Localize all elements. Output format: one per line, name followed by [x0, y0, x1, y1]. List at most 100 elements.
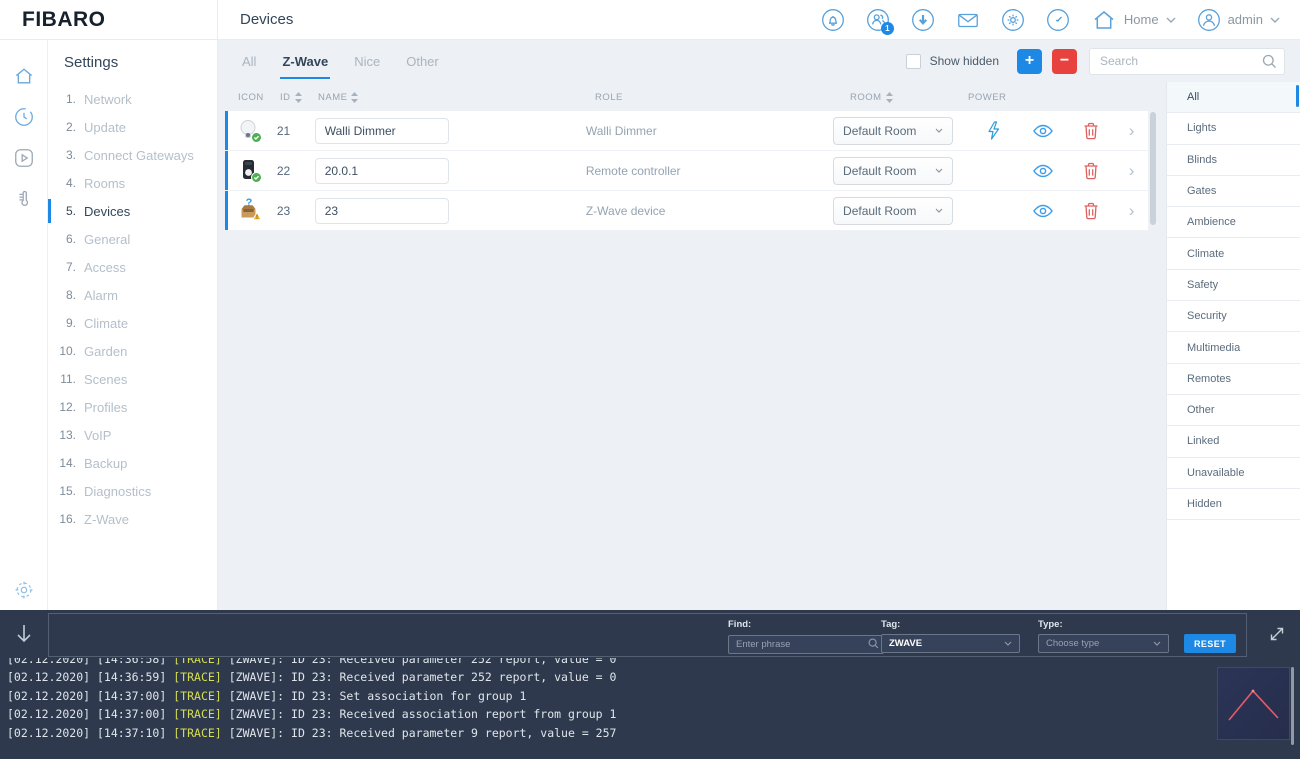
sidebar-item-voip[interactable]: 13.VoIP	[48, 421, 217, 449]
delete-button[interactable]	[1067, 202, 1115, 220]
category-linked[interactable]: Linked	[1167, 426, 1300, 457]
sidebar-item-profiles[interactable]: 12.Profiles	[48, 393, 217, 421]
category-hidden[interactable]: Hidden	[1167, 489, 1300, 520]
sidebar-item-devices[interactable]: 5.Devices	[48, 197, 217, 225]
col-name[interactable]: NAME	[318, 92, 358, 103]
col-id[interactable]: ID	[280, 92, 302, 103]
search-box	[1089, 48, 1285, 75]
sidebar-item-diagnostics[interactable]: 15.Diagnostics	[48, 477, 217, 505]
category-climate[interactable]: Climate	[1167, 238, 1300, 269]
sidebar-item-general[interactable]: 6.General	[48, 225, 217, 253]
device-name-input[interactable]	[315, 118, 449, 144]
users-icon[interactable]: 1	[866, 8, 890, 32]
add-device-button[interactable]: +	[1017, 49, 1042, 74]
chevron-down-icon	[935, 128, 943, 133]
category-gates[interactable]: Gates	[1167, 176, 1300, 207]
col-role: ROLE	[595, 92, 623, 103]
row-expand-chevron[interactable]: ›	[1115, 121, 1148, 141]
visibility-button[interactable]	[1019, 164, 1067, 178]
alarm-icon[interactable]	[821, 8, 845, 32]
remove-device-button[interactable]: −	[1052, 49, 1077, 74]
chevron-down-icon	[1153, 641, 1161, 646]
sidebar-item-access[interactable]: 7.Access	[48, 253, 217, 281]
rail-media-icon[interactable]	[12, 146, 36, 170]
category-blinds[interactable]: Blinds	[1167, 145, 1300, 176]
user-menu[interactable]: admin	[1197, 8, 1280, 32]
category-security[interactable]: Security	[1167, 301, 1300, 332]
main-zone: All Z-Wave Nice Other Show hidden + −	[218, 40, 1300, 610]
row-expand-chevron[interactable]: ›	[1115, 201, 1148, 221]
tab-nice[interactable]: Nice	[354, 40, 380, 82]
col-room[interactable]: ROOM	[850, 92, 893, 103]
category-all[interactable]: All	[1167, 82, 1300, 113]
trash-icon	[1083, 162, 1099, 180]
device-name-input[interactable]	[315, 198, 449, 224]
table-header: ICON ID NAME ROLE ROOM POWER	[225, 85, 1148, 111]
visibility-button[interactable]	[1019, 124, 1067, 138]
clock-icon[interactable]	[1046, 8, 1070, 32]
log-line: [02.12.2020] [14:37:10][TRACE][ZWAVE]: I…	[7, 724, 1300, 742]
delete-button[interactable]	[1067, 162, 1115, 180]
room-select[interactable]: Default Room	[833, 197, 953, 225]
sidebar-item-update[interactable]: 2.Update	[48, 113, 217, 141]
category-scrollbar[interactable]	[1296, 85, 1299, 107]
rail-settings-icon[interactable]	[12, 578, 36, 602]
tag-select[interactable]: ZWAVE	[881, 634, 1020, 653]
category-unavailable[interactable]: Unavailable	[1167, 458, 1300, 489]
row-expand-chevron[interactable]: ›	[1115, 161, 1148, 181]
home-selector[interactable]: Home	[1091, 7, 1176, 33]
device-role: Walli Dimmer	[586, 124, 833, 138]
table-scrollbar[interactable]	[1150, 112, 1156, 225]
room-select[interactable]: Default Room	[833, 157, 953, 185]
sidebar-item-garden[interactable]: 10.Garden	[48, 337, 217, 365]
reset-button[interactable]: RESET	[1184, 634, 1236, 653]
search-icon	[1262, 54, 1277, 69]
mail-icon[interactable]	[956, 8, 980, 32]
category-ambience[interactable]: Ambience	[1167, 207, 1300, 238]
search-icon	[868, 638, 879, 649]
room-select[interactable]: Default Room	[833, 117, 953, 145]
notification-badge: 1	[881, 22, 894, 35]
tab-zwave[interactable]: Z-Wave	[282, 40, 328, 82]
chevron-down-icon	[1166, 17, 1176, 23]
home-label: Home	[1124, 12, 1159, 27]
chevron-down-icon	[935, 168, 943, 173]
sidebar-item-scenes[interactable]: 11.Scenes	[48, 365, 217, 393]
download-icon[interactable]	[911, 8, 935, 32]
show-hidden-checkbox[interactable]	[906, 54, 921, 69]
sidebar-item-backup[interactable]: 14.Backup	[48, 449, 217, 477]
expand-console-icon[interactable]	[1267, 624, 1287, 644]
rail-home-icon[interactable]	[12, 64, 36, 88]
console-panel: Find: Tag: ZWAVE Type:	[0, 610, 1300, 759]
tab-other[interactable]: Other	[406, 40, 439, 82]
console-find-input[interactable]	[728, 635, 884, 654]
category-multimedia[interactable]: Multimedia	[1167, 332, 1300, 363]
category-lights[interactable]: Lights	[1167, 113, 1300, 144]
col-power: POWER	[968, 92, 1006, 103]
category-safety[interactable]: Safety	[1167, 270, 1300, 301]
search-input[interactable]	[1089, 48, 1285, 75]
delete-button[interactable]	[1067, 122, 1115, 140]
table-row[interactable]: ? ! 23 Z-Wave device Default Room	[225, 191, 1148, 231]
type-group: Type: Choose type	[1038, 619, 1169, 653]
sidebar-item-zwave[interactable]: 16.Z-Wave	[48, 505, 217, 533]
sidebar-item-alarm[interactable]: 8.Alarm	[48, 281, 217, 309]
tab-all[interactable]: All	[242, 40, 256, 82]
table-row[interactable]: 22 Remote controller Default Room	[225, 151, 1148, 191]
category-remotes[interactable]: Remotes	[1167, 364, 1300, 395]
sidebar-item-connect-gateways[interactable]: 3.Connect Gateways	[48, 141, 217, 169]
category-other[interactable]: Other	[1167, 395, 1300, 426]
settings-gear-icon[interactable]	[1001, 8, 1025, 32]
sidebar-item-rooms[interactable]: 4.Rooms	[48, 169, 217, 197]
table-row[interactable]: 21 Walli Dimmer Default Room	[225, 111, 1148, 151]
collapse-arrow-icon[interactable]	[15, 623, 33, 645]
device-name-input[interactable]	[315, 158, 449, 184]
rail-climate-icon[interactable]	[12, 187, 36, 211]
rail-history-icon[interactable]	[12, 105, 36, 129]
user-avatar-icon	[1197, 8, 1221, 32]
sidebar-item-climate[interactable]: 9.Climate	[48, 309, 217, 337]
type-select[interactable]: Choose type	[1038, 634, 1169, 653]
console-scrollbar[interactable]	[1291, 667, 1294, 745]
sidebar-item-network[interactable]: 1.Network	[48, 85, 217, 113]
visibility-button[interactable]	[1019, 204, 1067, 218]
